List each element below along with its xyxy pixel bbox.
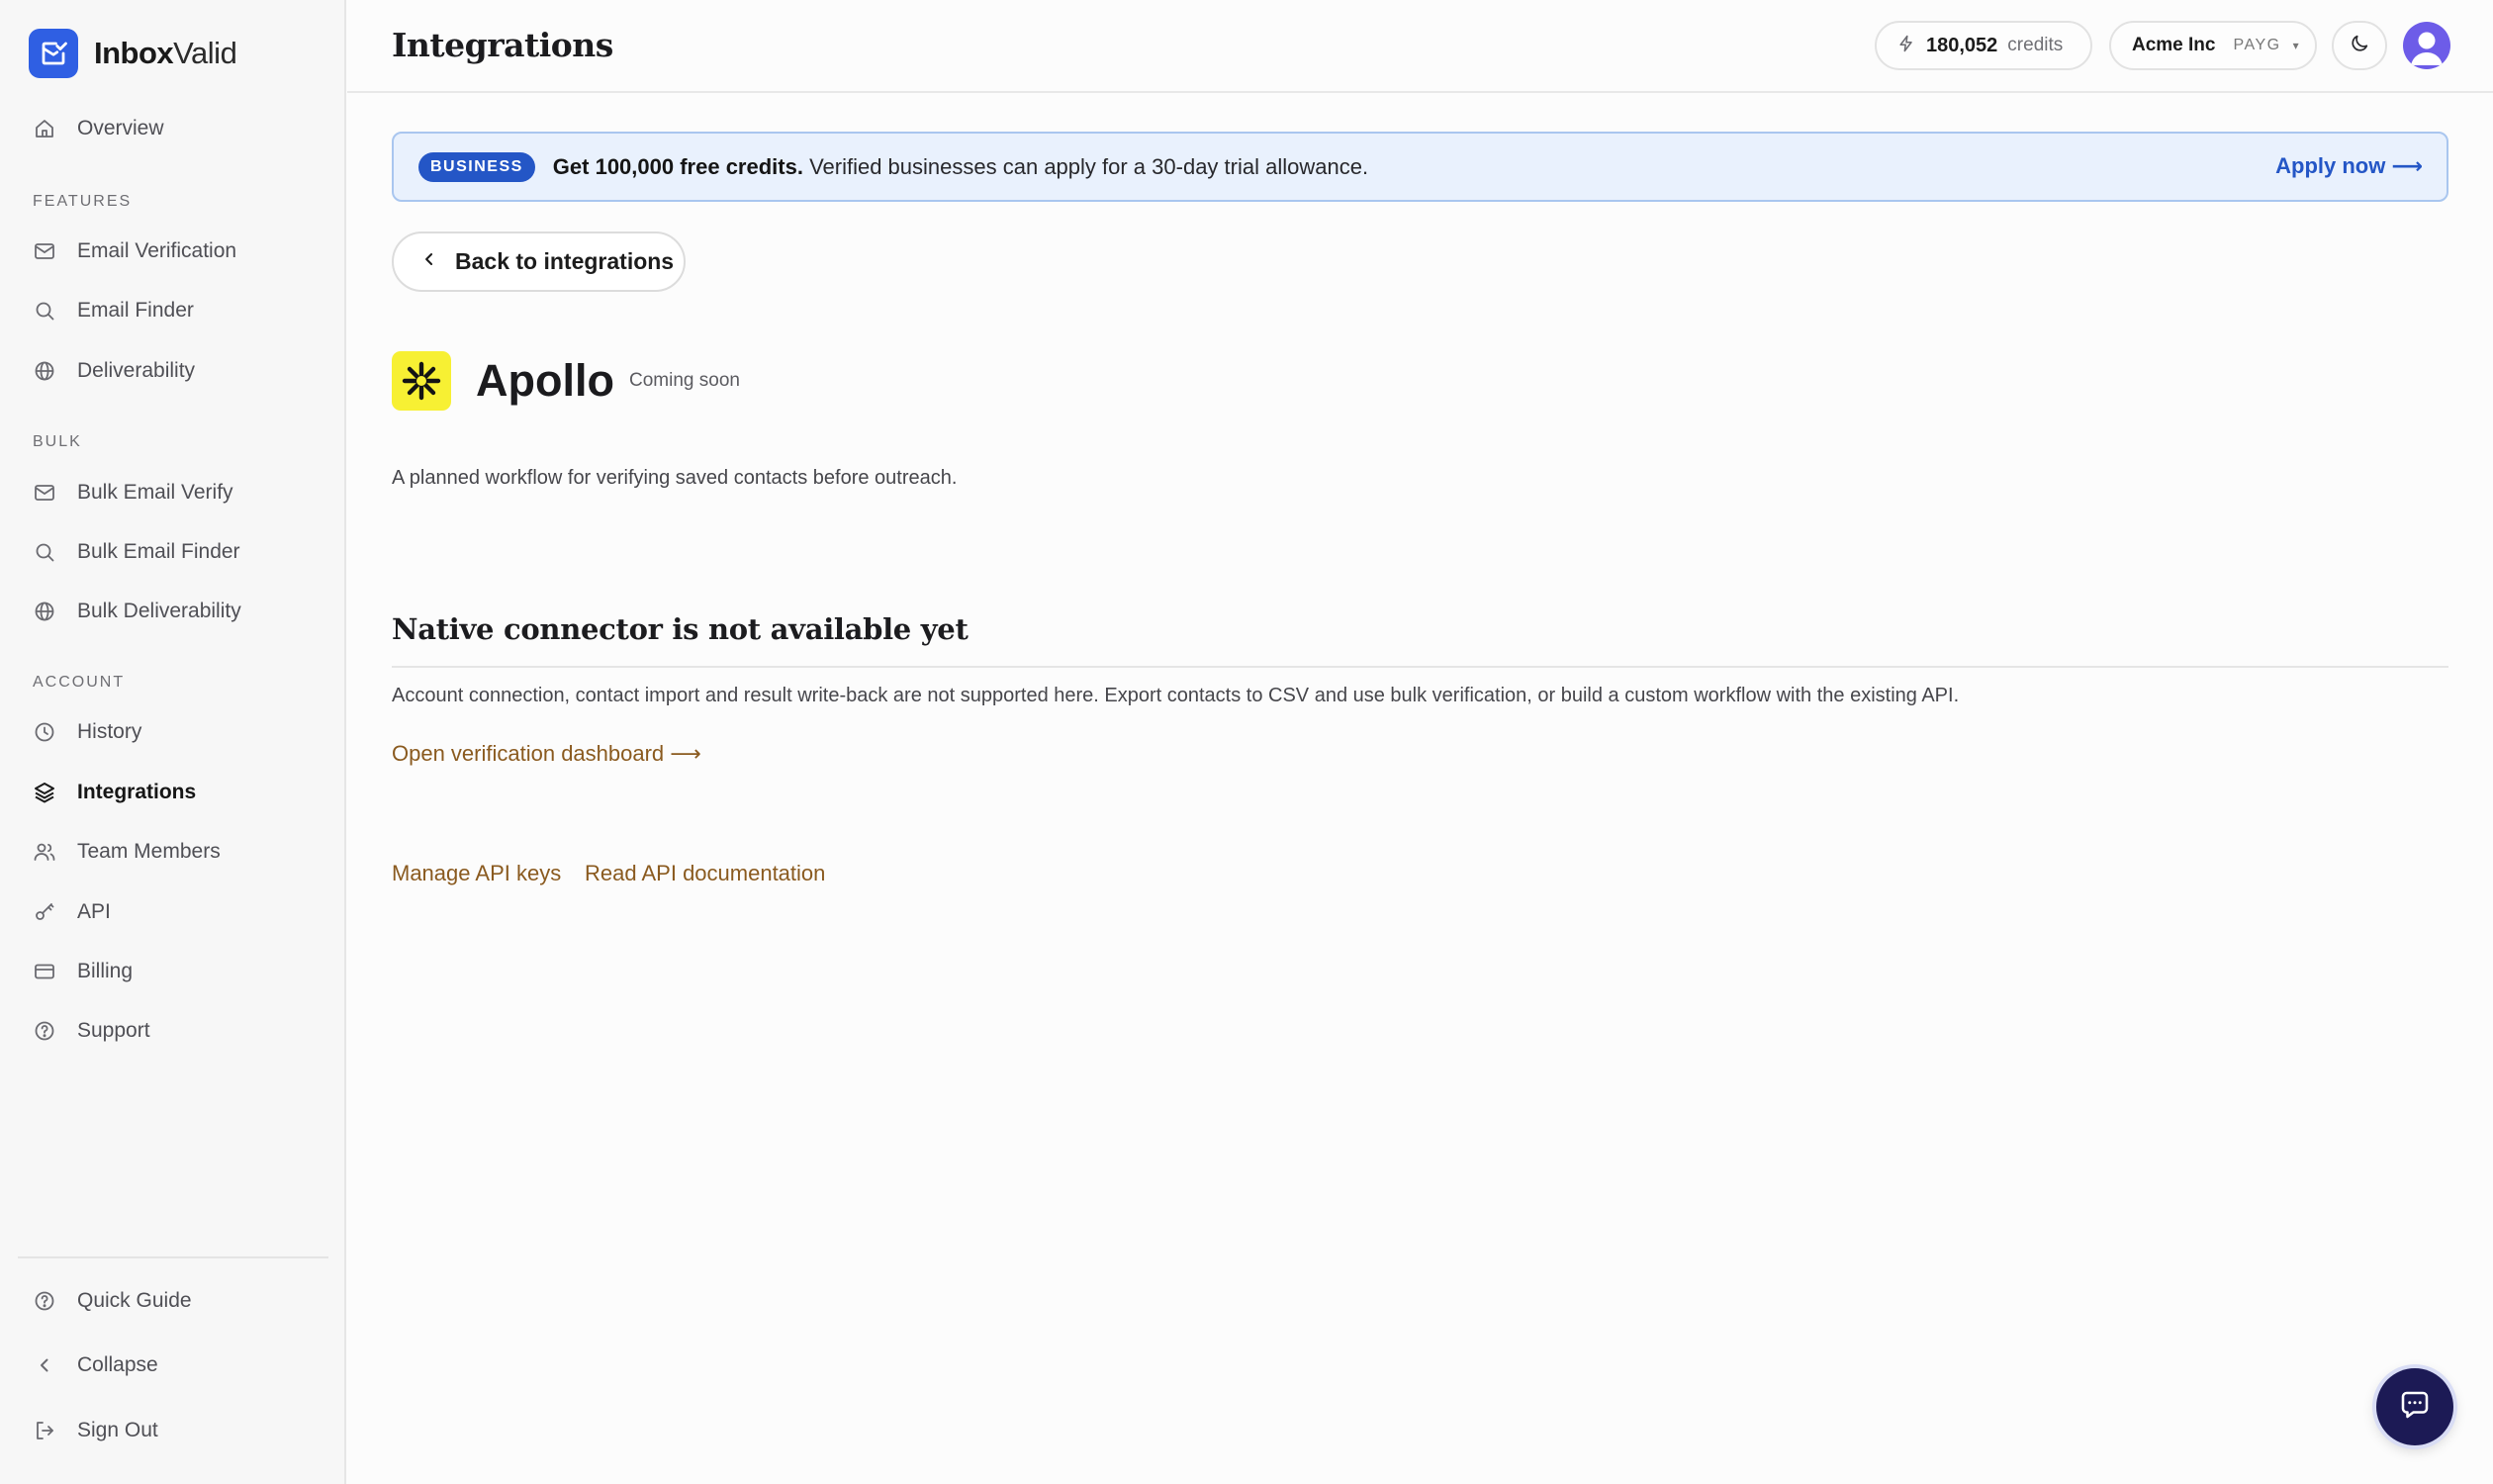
theme-toggle-button[interactable]	[2332, 21, 2387, 70]
chevron-left-icon	[32, 1352, 57, 1378]
mail-icon	[32, 480, 57, 506]
help-circle-icon	[32, 1018, 57, 1044]
mail-icon	[32, 238, 57, 264]
sidebar: InboxValid Overview FEATURES Email Verif…	[0, 0, 346, 1484]
user-avatar[interactable]	[2403, 22, 2450, 69]
back-to-integrations-button[interactable]: Back to integrations	[392, 232, 686, 292]
sidebar-item-team-members[interactable]: Team Members	[32, 832, 328, 872]
sidebar-item-bulk-email-finder[interactable]: Bulk Email Finder	[32, 532, 328, 572]
credits-balance[interactable]: 180,052 credits	[1875, 21, 2092, 70]
sidebar-item-label: Bulk Email Verify	[77, 481, 233, 504]
sidebar-item-label: Email Verification	[77, 239, 237, 262]
page-title: Integrations	[392, 26, 613, 64]
lightning-icon	[1896, 34, 1916, 58]
integration-name: Apollo	[476, 355, 614, 406]
sidebar-item-label: Quick Guide	[77, 1289, 192, 1312]
globe-icon	[32, 599, 57, 624]
credits-value: 180,052	[1926, 34, 1998, 56]
sidebar-divider	[18, 1256, 328, 1258]
layers-icon	[32, 780, 57, 805]
inbox-check-icon	[29, 29, 78, 78]
sidebar-item-support[interactable]: Support	[32, 1011, 328, 1051]
credits-label: credits	[2007, 35, 2064, 55]
sidebar-item-label: API	[77, 900, 111, 923]
open-dashboard-link[interactable]: Open verification dashboard ⟶	[392, 741, 701, 767]
chat-icon	[2397, 1387, 2433, 1428]
sidebar-item-deliverability[interactable]: Deliverability	[32, 351, 328, 391]
apollo-logo-icon	[392, 351, 451, 411]
api-documentation-link[interactable]: Read API documentation	[585, 861, 825, 886]
sidebar-item-label: Deliverability	[77, 359, 196, 382]
integration-description: A planned workflow for verifying saved c…	[392, 467, 958, 489]
user-icon	[2411, 32, 2443, 65]
sidebar-item-history[interactable]: History	[32, 712, 328, 752]
users-icon	[32, 839, 57, 865]
search-icon	[32, 298, 57, 324]
sidebar-item-label: Billing	[77, 960, 134, 982]
connector-section-title: Native connector is not available yet	[392, 612, 969, 646]
sidebar-item-bulk-email-verify[interactable]: Bulk Email Verify	[32, 473, 328, 512]
sidebar-item-label: Bulk Deliverability	[77, 600, 241, 622]
section-divider	[392, 666, 2448, 668]
sidebar-collapse-button[interactable]: Collapse	[32, 1345, 328, 1385]
section-label-features: FEATURES	[33, 193, 133, 210]
sidebar-item-label: Bulk Email Finder	[77, 540, 240, 563]
logout-icon	[32, 1418, 57, 1443]
promo-banner: BUSINESS Get 100,000 free credits. Verif…	[392, 132, 2448, 202]
search-icon	[32, 539, 57, 565]
section-label-account: ACCOUNT	[33, 674, 126, 691]
clock-icon	[32, 719, 57, 745]
sidebar-item-email-finder[interactable]: Email Finder	[32, 291, 328, 330]
sidebar-item-label: Integrations	[77, 781, 197, 803]
key-icon	[32, 899, 57, 925]
apply-now-link[interactable]: Apply now ⟶	[2275, 153, 2423, 179]
sidebar-sign-out-button[interactable]: Sign Out	[32, 1411, 328, 1450]
org-name: Acme Inc	[2132, 35, 2216, 55]
credit-card-icon	[32, 959, 57, 984]
sidebar-item-label: Overview	[77, 117, 164, 139]
sidebar-item-email-verification[interactable]: Email Verification	[32, 232, 328, 271]
plan-badge: PAYG	[2233, 37, 2281, 53]
business-badge: BUSINESS	[418, 151, 535, 182]
sidebar-item-overview[interactable]: Overview	[32, 109, 328, 148]
org-switcher[interactable]: Acme Inc PAYG ▾	[2109, 21, 2317, 70]
top-bar: Integrations 180,052 credits Acme Inc PA…	[347, 0, 2493, 93]
back-button-label: Back to integrations	[455, 248, 675, 274]
home-icon	[32, 116, 57, 141]
chevron-left-icon	[419, 248, 439, 275]
sidebar-item-integrations[interactable]: Integrations	[32, 773, 328, 812]
connector-section-body: Account connection, contact import and r…	[392, 685, 1960, 706]
integration-status: Coming soon	[629, 370, 740, 391]
sidebar-item-bulk-deliverability[interactable]: Bulk Deliverability	[32, 592, 328, 631]
globe-icon	[32, 358, 57, 384]
sidebar-item-billing[interactable]: Billing	[32, 952, 328, 991]
brand-logo[interactable]: InboxValid	[29, 29, 237, 78]
chevron-down-icon: ▾	[2292, 39, 2299, 52]
sidebar-item-label: Collapse	[77, 1353, 158, 1376]
sidebar-item-label: Support	[77, 1019, 150, 1042]
sidebar-item-label: Email Finder	[77, 299, 194, 322]
sidebar-item-api[interactable]: API	[32, 892, 328, 932]
app-window: InboxValid Overview FEATURES Email Verif…	[0, 0, 2493, 1484]
help-circle-icon	[32, 1288, 57, 1314]
banner-text: Get 100,000 free credits. Verified busin…	[552, 153, 1369, 179]
manage-api-keys-link[interactable]: Manage API keys	[392, 861, 561, 886]
chat-support-button[interactable]	[2376, 1368, 2453, 1445]
sidebar-item-label: Team Members	[77, 840, 221, 863]
sidebar-item-label: History	[77, 720, 142, 743]
sidebar-item-quick-guide[interactable]: Quick Guide	[32, 1281, 328, 1321]
brand-name: InboxValid	[94, 36, 237, 70]
sidebar-item-label: Sign Out	[77, 1419, 158, 1441]
section-label-bulk: BULK	[33, 433, 82, 450]
moon-icon	[2349, 33, 2370, 59]
